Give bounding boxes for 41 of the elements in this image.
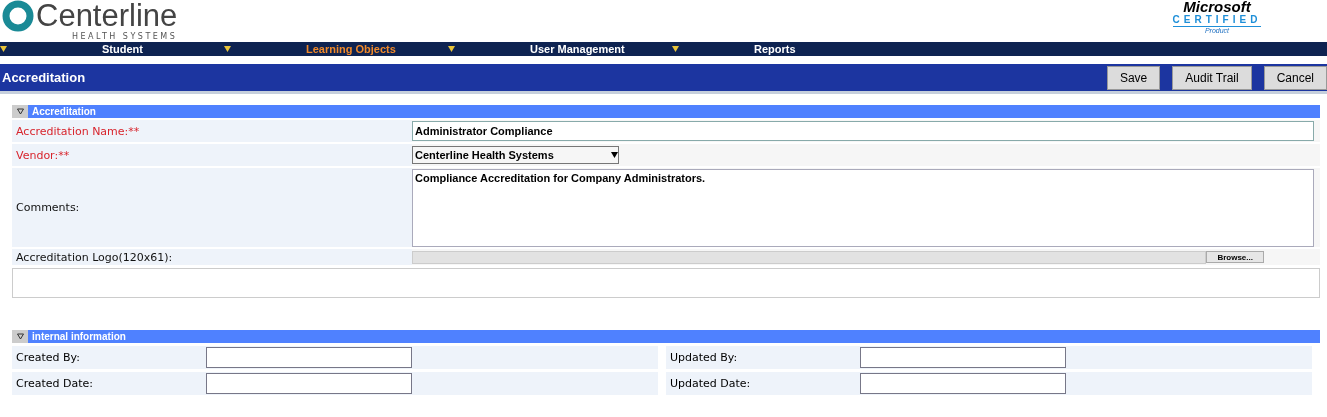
nav-tab[interactable]: Student	[102, 43, 143, 55]
toggle-triangle-icon	[16, 108, 24, 115]
browse-button[interactable]: Browse...	[1206, 251, 1264, 263]
section-title: Accreditation	[31, 106, 96, 117]
text-field[interactable]	[206, 373, 412, 394]
field-label: Accreditation Logo(120x61):	[12, 249, 412, 265]
comments-field[interactable]: Compliance Accreditation for Company Administrators.	[412, 168, 1314, 247]
toggle-triangle-icon	[16, 333, 24, 340]
caret-icon	[672, 46, 679, 52]
nav-tab[interactable]: Learning Objects	[306, 43, 396, 55]
file-field[interactable]	[412, 250, 1207, 264]
field-label: Vendor:**	[12, 144, 412, 166]
caret-icon	[224, 46, 231, 52]
toolbar-button[interactable]: Save	[1106, 65, 1161, 90]
field-label: Accreditation Name:**	[12, 120, 412, 142]
chevron-down-icon	[611, 152, 618, 158]
field-label: Created Date:	[15, 377, 95, 390]
toolbar-button[interactable]: Audit Trail	[1172, 65, 1252, 90]
collapse-toggle[interactable]	[12, 105, 28, 118]
caret-icon	[448, 46, 455, 52]
toolbar-button[interactable]: Cancel	[1263, 65, 1327, 90]
caret-icon	[0, 46, 7, 52]
text-field[interactable]	[206, 347, 412, 368]
logo-icon	[2, 0, 34, 32]
badge-brand: Microsoft	[1183, 0, 1251, 14]
badge-title: CERTIFIED	[1172, 14, 1262, 27]
field-label: Created By:	[15, 351, 81, 364]
page-title: Accreditation	[1, 70, 86, 85]
text-field[interactable]	[860, 373, 1066, 394]
logo-name: Centerline	[36, 0, 178, 32]
collapse-toggle[interactable]	[12, 330, 28, 343]
nav-tab[interactable]: Reports	[754, 43, 796, 55]
field-label: Updated Date:	[669, 377, 752, 390]
logo-tagline: HEALTH SYSTEMS	[72, 32, 178, 41]
field-label: Updated By:	[669, 351, 739, 364]
nav-tab[interactable]: User Management	[530, 43, 625, 55]
section-title: internal information	[31, 331, 126, 342]
dropdown[interactable]: Centerline Health Systems	[412, 146, 619, 164]
text-field[interactable]	[860, 347, 1066, 368]
field-label: Comments:	[12, 168, 412, 247]
text-field[interactable]: Administrator Compliance	[412, 121, 1314, 141]
